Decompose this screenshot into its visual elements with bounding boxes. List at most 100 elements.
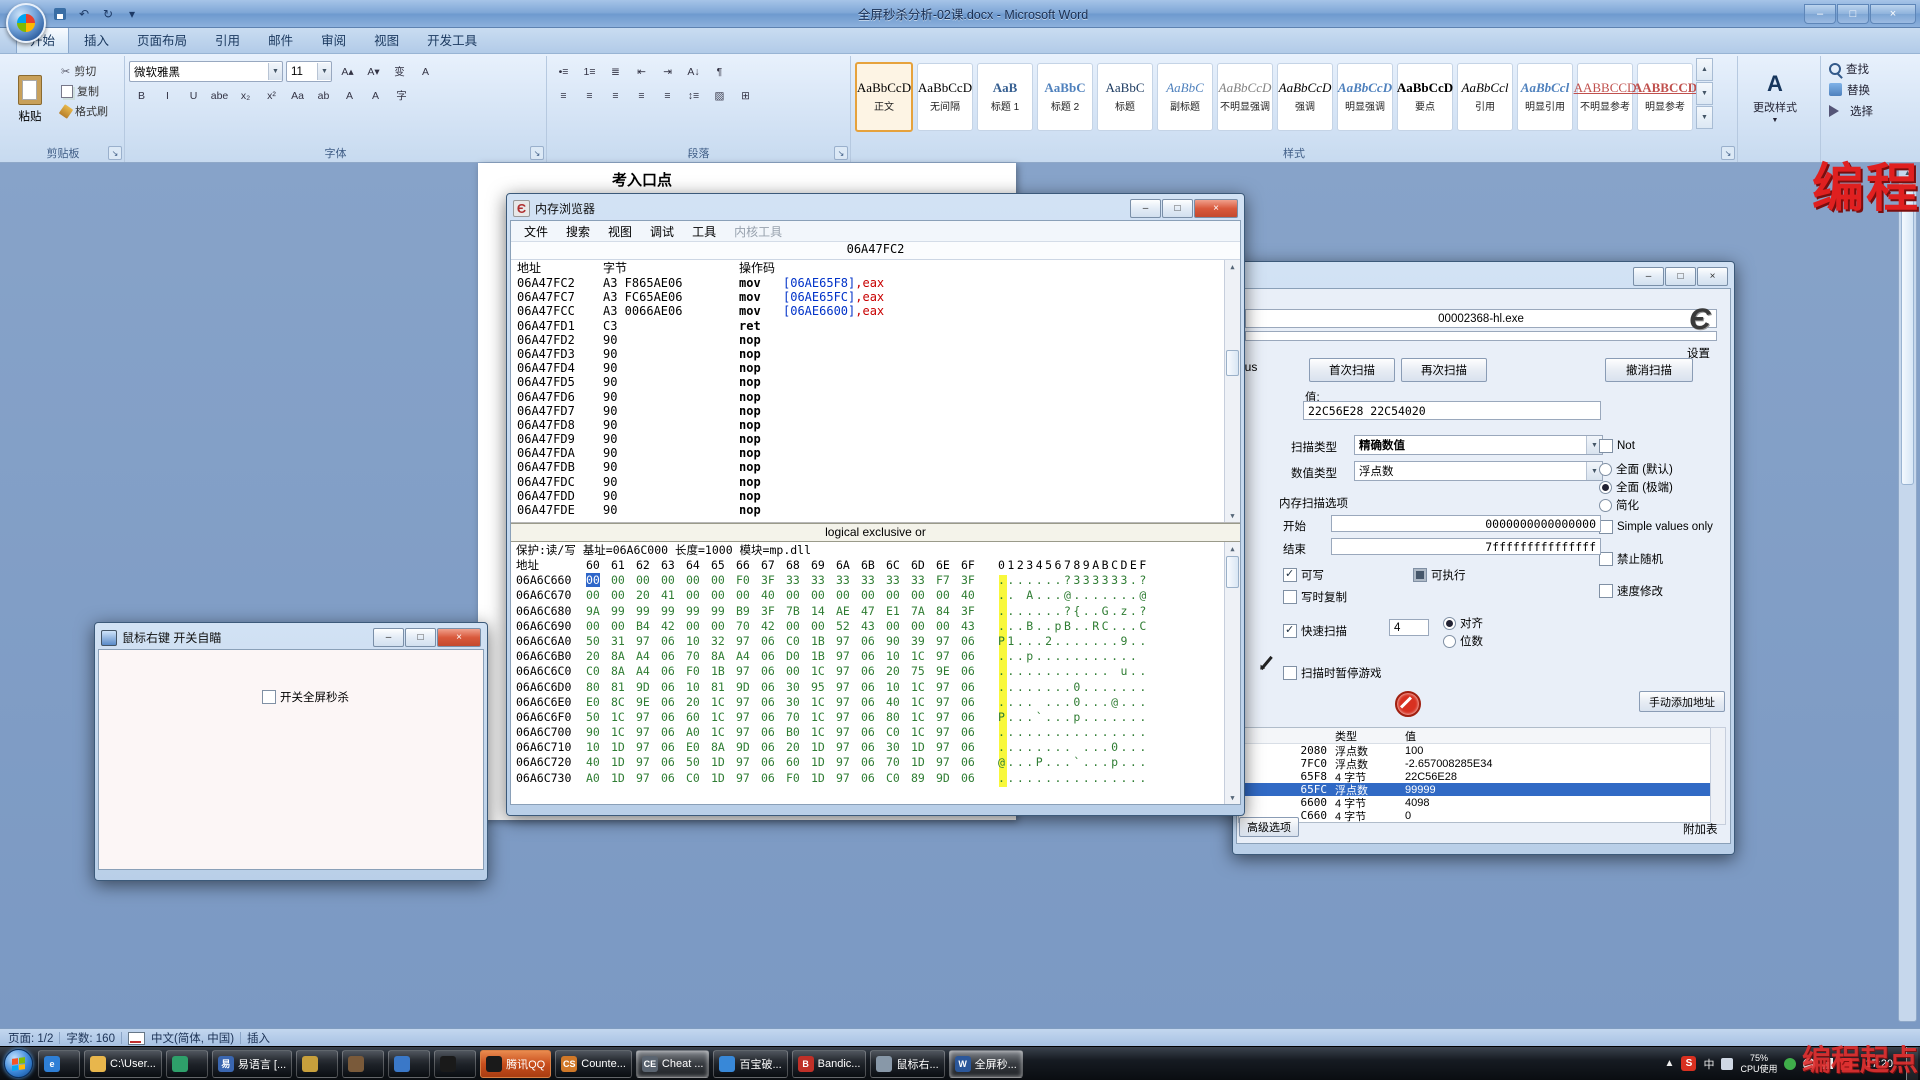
hex-byte[interactable]: 7A [911, 604, 936, 619]
start-input[interactable]: 0000000000000000 [1331, 515, 1601, 532]
hex-byte[interactable]: 97 [836, 710, 861, 725]
hex-byte[interactable]: 33 [836, 573, 861, 588]
hex-byte[interactable]: 9D [936, 771, 961, 786]
table-row[interactable]: 65FC浮点数99999 [1239, 783, 1711, 796]
hex-byte[interactable]: 06 [761, 634, 786, 649]
hex-byte[interactable]: 00 [586, 573, 611, 588]
taskbar-button-ie-icon[interactable]: e [38, 1050, 80, 1078]
hex-byte[interactable]: C0 [686, 771, 711, 786]
disasm-row[interactable]: 06A47FD1C3ret [511, 319, 1240, 333]
memory-browser-window[interactable]: Є 内存浏览器 – □ × 文件搜索视图调试工具内核工具 06A47FC2 地址… [506, 193, 1245, 816]
show-marks-button[interactable]: ¶ [707, 61, 732, 82]
address-list-table[interactable]: 类型 值 2080浮点数1007FC0浮点数-2.657008285E3465F… [1238, 727, 1712, 823]
maximize-button[interactable]: □ [405, 628, 436, 647]
chevron-down-icon[interactable]: ▼ [317, 63, 331, 80]
style-chip-0[interactable]: AaBbCcD正文 [855, 62, 913, 132]
style-chip-4[interactable]: AaBbC标题 [1097, 63, 1153, 131]
menu-item-5[interactable]: 内核工具 [725, 221, 791, 242]
hex-byte[interactable]: 31 [611, 634, 636, 649]
current-address[interactable]: 06A47FC2 [511, 242, 1240, 260]
hex-byte[interactable]: 00 [886, 619, 911, 634]
taskbar-button-qq-icon[interactable] [434, 1050, 476, 1078]
style-chip-3[interactable]: AaBbC标题 2 [1037, 63, 1093, 131]
hex-byte[interactable]: 1C [811, 710, 836, 725]
hex-byte[interactable]: A0 [686, 725, 711, 740]
hex-byte[interactable]: 00 [811, 619, 836, 634]
hex-byte[interactable]: 06 [661, 710, 686, 725]
hex-byte[interactable]: 06 [961, 771, 986, 786]
hex-byte[interactable]: 97 [936, 634, 961, 649]
hex-byte[interactable]: 00 [786, 664, 811, 679]
hex-byte[interactable]: 97 [636, 740, 661, 755]
hex-row[interactable]: 06A6C710101D9706E08A9D06201D9706301D9706… [511, 740, 1240, 755]
font-size-combo[interactable]: 11▼ [286, 61, 332, 82]
value-type-combo[interactable]: 浮点数▼ [1354, 461, 1603, 481]
hex-byte[interactable]: 70 [686, 649, 711, 664]
hex-row[interactable]: 06A6C6A05031970610329706C01B970690399706… [511, 634, 1240, 649]
style-chip-12[interactable]: AABBCCD不明显参考 [1577, 63, 1633, 131]
taskbar-button-green-app-icon[interactable] [166, 1050, 208, 1078]
hex-byte[interactable]: F7 [936, 573, 961, 588]
hex-byte[interactable]: 60 [686, 710, 711, 725]
hex-byte[interactable]: 06 [761, 740, 786, 755]
page-indicator[interactable]: 页面: 1/2 [8, 1030, 53, 1046]
hex-byte[interactable]: 10 [886, 649, 911, 664]
hex-byte[interactable]: 30 [886, 740, 911, 755]
hex-byte[interactable]: F0 [786, 771, 811, 786]
align-center-button[interactable]: ≡ [577, 85, 602, 106]
subscript-button[interactable]: x₂ [233, 85, 258, 106]
hex-byte[interactable]: 00 [861, 588, 886, 603]
hex-byte[interactable]: 06 [761, 725, 786, 740]
hex-row[interactable]: 06A6C720401D9706501D9706601D9706701D9706… [511, 755, 1240, 770]
hex-byte[interactable]: 8A [711, 649, 736, 664]
cut-button[interactable]: ✂剪切 [58, 62, 111, 80]
scroll-down-icon[interactable]: ▼ [1225, 791, 1240, 804]
type-column-header[interactable]: 类型 [1329, 728, 1401, 744]
style-chip-13[interactable]: AABBCCD明显参考 [1637, 63, 1693, 131]
hex-byte[interactable]: 00 [911, 619, 936, 634]
disasm-row[interactable]: 06A47FDA90nop [511, 446, 1240, 460]
hex-byte[interactable]: 9E [636, 695, 661, 710]
paragraph-dialog-launcher[interactable]: ↘ [834, 146, 848, 160]
hex-byte[interactable]: 33 [811, 573, 836, 588]
hex-byte[interactable]: 39 [911, 634, 936, 649]
hex-byte[interactable]: 00 [686, 619, 711, 634]
hex-byte[interactable]: 97 [836, 649, 861, 664]
taskbar-button-3[interactable]: 易易语言 [... [212, 1050, 292, 1078]
hex-byte[interactable]: 00 [661, 573, 686, 588]
copy-button[interactable]: 复制 [58, 82, 111, 100]
editing-item-0[interactable]: 查找 [1825, 58, 1915, 79]
scrollbar-thumb[interactable] [1226, 350, 1239, 376]
hex-row[interactable]: 06A6C6F0501C9706601C9706701C9706801C9706… [511, 710, 1240, 725]
taskbar-button-10[interactable]: CECheat ... [636, 1050, 710, 1078]
table-row[interactable]: C6604 字节0 [1239, 809, 1711, 822]
hex-byte[interactable]: 10 [886, 680, 911, 695]
hex-byte[interactable]: 3F [761, 573, 786, 588]
superscript-button[interactable]: x² [259, 85, 284, 106]
pause-game-checkbox[interactable]: 扫描时暂停游戏 [1283, 665, 1382, 681]
ribbon-tab-4[interactable]: 邮件 [255, 27, 306, 53]
disassembly-scrollbar[interactable]: ▲ ▼ [1224, 260, 1240, 522]
taskbar-button-app-icon-2[interactable] [342, 1050, 384, 1078]
scan-option-1[interactable]: 全面 (默认) [1599, 461, 1673, 477]
manual-add-address-button[interactable]: 手动添加地址 [1639, 691, 1725, 712]
menu-item-2[interactable]: 视图 [599, 221, 641, 242]
font-name-combo[interactable]: 微软雅黑▼ [129, 61, 283, 82]
sort-button[interactable]: A↓ [681, 61, 706, 82]
maximize-button[interactable]: □ [1162, 199, 1193, 218]
style-chip-9[interactable]: AaBbCcD要点 [1397, 63, 1453, 131]
distribute-button[interactable]: ≡ [655, 85, 680, 106]
paste-button[interactable]: 粘贴 [6, 58, 54, 140]
hex-byte[interactable]: 8A [611, 664, 636, 679]
char-shading-button[interactable]: A [363, 85, 388, 106]
hex-byte[interactable]: 1B [811, 634, 836, 649]
hex-byte[interactable]: 97 [936, 755, 961, 770]
style-chip-10[interactable]: AaBbCcl引用 [1457, 63, 1513, 131]
hex-byte[interactable]: F0 [736, 573, 761, 588]
hex-byte[interactable]: 1C [811, 695, 836, 710]
hex-byte[interactable]: 06 [861, 740, 886, 755]
hex-byte[interactable]: E1 [886, 604, 911, 619]
disasm-row[interactable]: 06A47FD490nop [511, 361, 1240, 375]
hex-byte[interactable]: 00 [636, 573, 661, 588]
hex-byte[interactable]: 97 [736, 725, 761, 740]
